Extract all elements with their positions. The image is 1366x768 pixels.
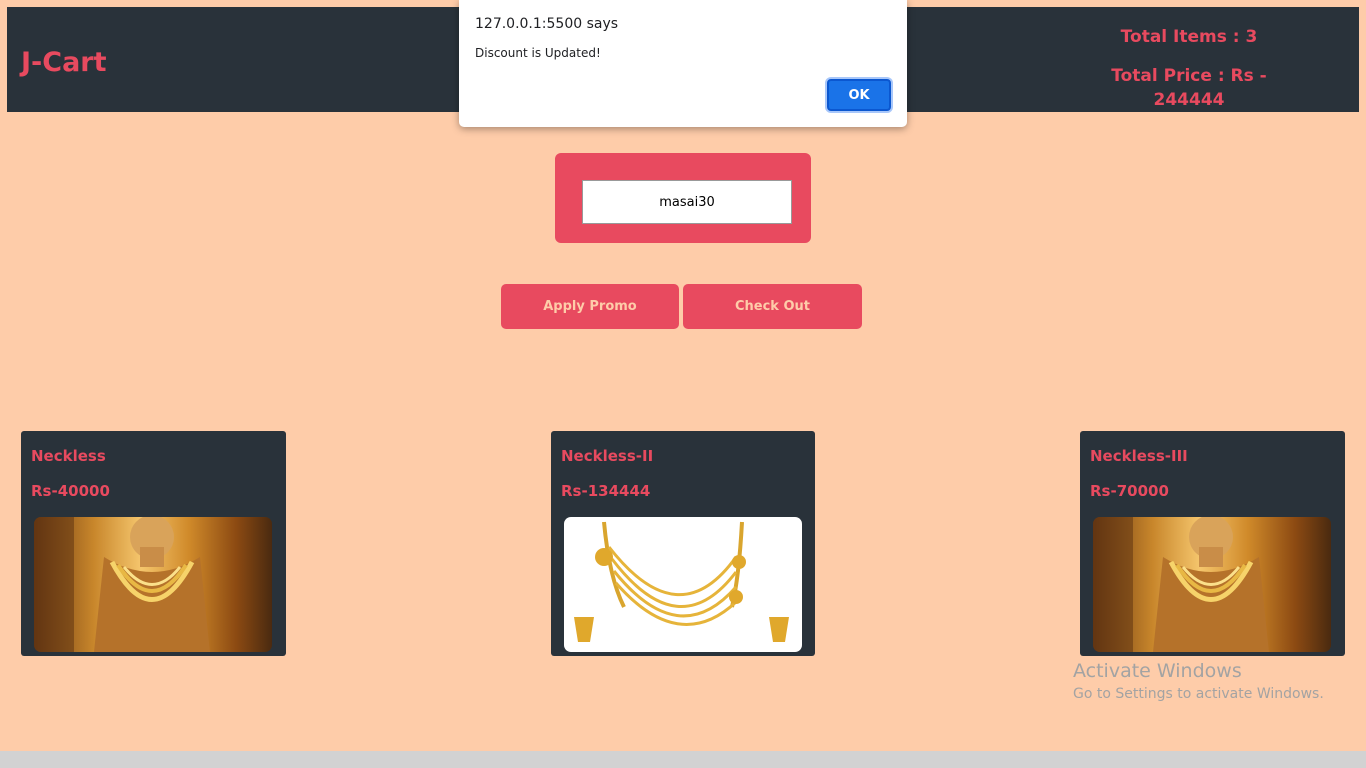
product-price: Rs-70000 — [1090, 482, 1169, 500]
product-card: Neckless-III Rs-70000 — [1080, 431, 1345, 656]
alert-ok-button[interactable]: OK — [827, 79, 891, 111]
apply-promo-button[interactable]: Apply Promo — [501, 284, 679, 329]
watermark-subtitle: Go to Settings to activate Windows. — [1073, 686, 1324, 702]
total-items: Total Items : 3 — [1120, 27, 1258, 47]
horizontal-scrollbar[interactable] — [0, 751, 1366, 768]
alert-message: Discount is Updated! — [475, 46, 601, 60]
product-price: Rs-134444 — [561, 482, 651, 500]
promo-code-input[interactable] — [582, 180, 792, 224]
gold-layered-necklace-image — [564, 517, 802, 652]
total-price: Total Price : Rs - 244444 — [1111, 66, 1267, 110]
activate-windows-watermark: Activate Windows Go to Settings to activ… — [1073, 660, 1324, 702]
product-name: Neckless — [31, 447, 106, 465]
check-out-button[interactable]: Check Out — [683, 284, 862, 329]
gold-necklace-mannequin-image — [1093, 517, 1331, 652]
promo-box — [555, 153, 811, 243]
gold-necklace-mannequin-image — [34, 517, 272, 652]
product-card: Neckless-II Rs-134444 — [551, 431, 815, 656]
alert-origin: 127.0.0.1:5500 says — [475, 16, 619, 32]
brand-logo: J-Cart — [21, 47, 107, 78]
product-price: Rs-40000 — [31, 482, 110, 500]
product-name: Neckless-II — [561, 447, 654, 465]
watermark-title: Activate Windows — [1073, 660, 1242, 682]
alert-dialog: 127.0.0.1:5500 says Discount is Updated!… — [459, 0, 907, 127]
product-card: Neckless Rs-40000 — [21, 431, 286, 656]
cart-totals: Total Items : 3 Total Price : Rs - 24444… — [1074, 25, 1304, 110]
product-name: Neckless-III — [1090, 447, 1188, 465]
